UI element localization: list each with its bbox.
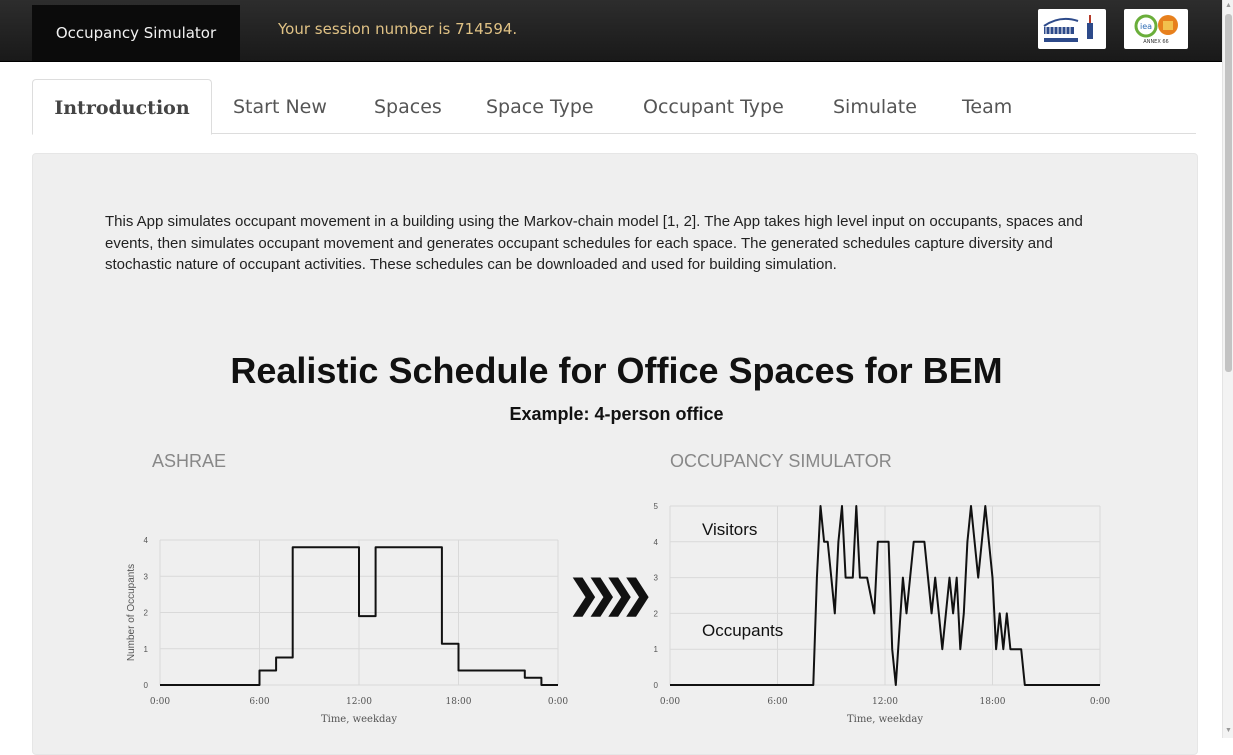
y-tick-label: 0 [144, 681, 149, 690]
x-tick-label: 12:00 [872, 697, 898, 707]
chart-annotation: Visitors [702, 520, 757, 539]
x-tick-label: 0:00 [548, 697, 568, 707]
y-tick-label: 3 [654, 574, 659, 583]
x-tick-label: 18:00 [446, 697, 472, 707]
y-tick-label: 3 [144, 572, 149, 581]
occupancy-simulator-chart: 0 1 2 3 4 5 0:00 6:00 12:00 18:00 0:00 Time, weekda… [654, 502, 1111, 725]
x-axis-label: Time, weekday [321, 714, 397, 725]
y-tick-label: 0 [654, 681, 659, 690]
x-tick-label: 0:00 [1090, 697, 1110, 707]
y-tick-label: 1 [144, 645, 149, 654]
scroll-up-icon[interactable]: ▲ [1225, 2, 1232, 9]
x-tick-label: 12:00 [346, 697, 372, 707]
scroll-down-icon[interactable]: ▼ [1225, 727, 1232, 734]
x-tick-label: 0:00 [660, 697, 680, 707]
y-tick-label: 5 [654, 502, 659, 511]
x-tick-label: 6:00 [249, 697, 269, 707]
ashrae-chart: 0 1 2 3 4 0:00 6:00 12:00 18:00 0:00 Time, weekday… [126, 536, 568, 725]
y-axis-label: Number of Occupants [126, 564, 137, 661]
y-tick-label: 4 [654, 538, 659, 547]
y-tick-label: 2 [654, 609, 659, 618]
scrollbar-thumb[interactable] [1225, 14, 1232, 372]
x-axis-label: Time, weekday [847, 714, 923, 725]
page-scrollbar[interactable]: ▲ ▼ [1222, 0, 1233, 738]
x-tick-label: 18:00 [980, 697, 1006, 707]
chart-annotation: Occupants [702, 621, 783, 640]
x-tick-label: 0:00 [150, 697, 170, 707]
y-tick-label: 2 [144, 609, 149, 618]
schedule-charts: 0 1 2 3 4 0:00 6:00 12:00 18:00 0:00 Time, weekday… [126, 502, 1111, 725]
x-tick-label: 6:00 [767, 697, 787, 707]
y-tick-label: 4 [144, 536, 149, 545]
y-tick-label: 1 [654, 645, 659, 654]
